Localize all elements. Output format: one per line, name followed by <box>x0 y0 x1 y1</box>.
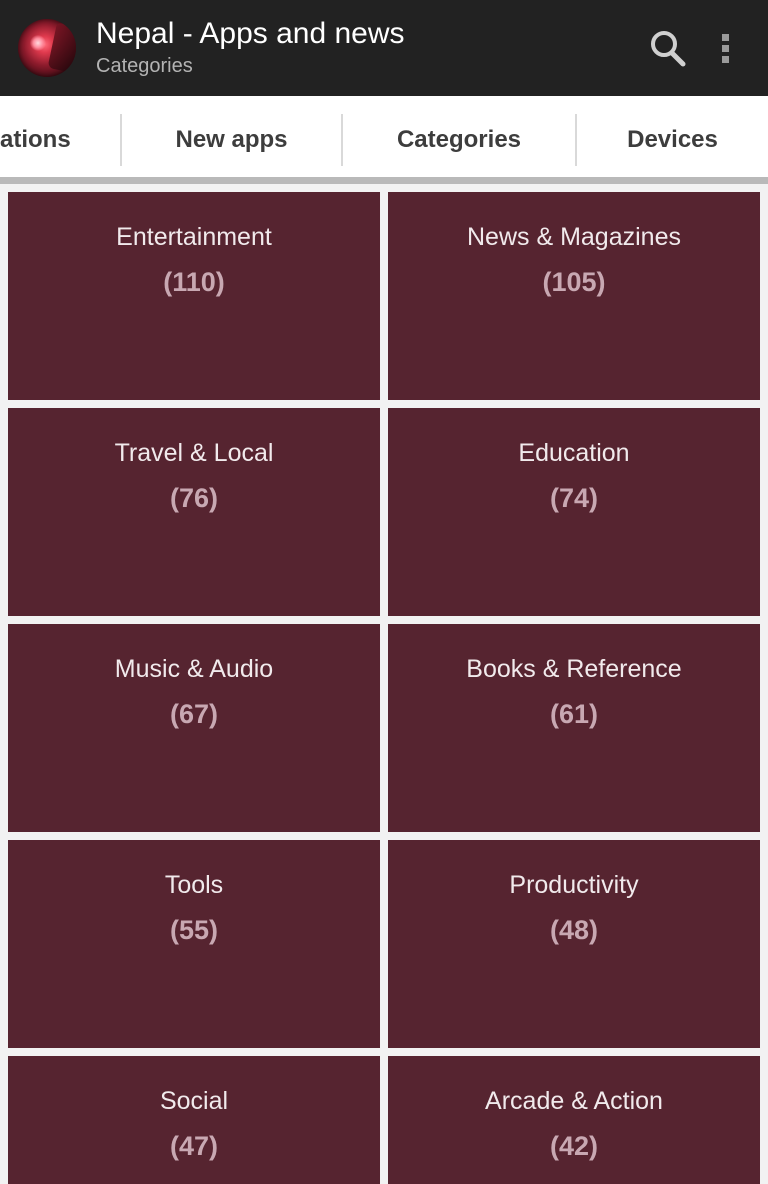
category-tile-books-reference[interactable]: Books & Reference (61) <box>388 624 760 832</box>
tab-new-apps[interactable]: New apps <box>122 96 341 184</box>
category-tile-entertainment[interactable]: Entertainment (110) <box>8 192 380 400</box>
tab-strip: ations New apps Categories Devices <box>0 96 768 184</box>
category-grid: Entertainment (110) News & Magazines (10… <box>4 188 764 1184</box>
category-name: Tools <box>164 871 224 899</box>
category-name: Books & Reference <box>466 655 682 683</box>
tab-applications[interactable]: ations <box>0 96 120 184</box>
category-count: (110) <box>163 267 225 297</box>
search-button[interactable] <box>636 0 698 96</box>
category-name: News & Magazines <box>467 223 681 251</box>
category-count: (48) <box>549 915 598 945</box>
grid-cell: News & Magazines (105) <box>384 188 764 404</box>
tab-label: ations <box>0 126 71 153</box>
tab-label: Categories <box>396 126 522 153</box>
overflow-menu-button[interactable] <box>698 0 752 96</box>
category-grid-scroll[interactable]: Entertainment (110) News & Magazines (10… <box>0 184 768 1184</box>
category-tile-travel-local[interactable]: Travel & Local (76) <box>8 408 380 616</box>
category-tile-music-audio[interactable]: Music & Audio (67) <box>8 624 380 832</box>
category-tile-tools[interactable]: Tools (55) <box>8 840 380 1048</box>
category-count: (74) <box>549 483 598 513</box>
grid-cell: Social (47) <box>4 1052 384 1184</box>
category-count: (67) <box>169 699 218 729</box>
nepal-flag-logo-icon[interactable] <box>18 19 76 77</box>
category-tile-social[interactable]: Social (47) <box>8 1056 380 1184</box>
grid-cell: Productivity (48) <box>384 836 764 1052</box>
category-name: Productivity <box>509 871 639 899</box>
tab-label: New apps <box>175 126 288 153</box>
category-tile-arcade-action[interactable]: Arcade & Action (42) <box>388 1056 760 1184</box>
category-tile-productivity[interactable]: Productivity (48) <box>388 840 760 1048</box>
grid-cell: Books & Reference (61) <box>384 620 764 836</box>
grid-cell: Arcade & Action (42) <box>384 1052 764 1184</box>
category-tile-education[interactable]: Education (74) <box>388 408 760 616</box>
page-title: Nepal - Apps and news <box>96 17 405 50</box>
overflow-menu-icon <box>721 30 729 67</box>
search-icon <box>651 31 686 67</box>
category-count: (47) <box>169 1131 218 1161</box>
grid-cell: Entertainment (110) <box>4 188 384 404</box>
category-name: Entertainment <box>116 223 272 251</box>
category-name: Social <box>159 1087 229 1115</box>
tab-categories[interactable]: Categories <box>343 96 575 184</box>
grid-cell: Travel & Local (76) <box>4 404 384 620</box>
category-name: Arcade & Action <box>485 1087 663 1115</box>
category-count: (42) <box>549 1131 598 1161</box>
tab-indicator <box>0 177 768 184</box>
category-count: (55) <box>169 915 218 945</box>
category-tile-news-magazines[interactable]: News & Magazines (105) <box>388 192 760 400</box>
tab-label: Devices <box>627 126 718 153</box>
category-count: (61) <box>549 699 598 729</box>
grid-cell: Music & Audio (67) <box>4 620 384 836</box>
action-bar: Nepal - Apps and news Categories <box>0 0 768 96</box>
category-count: (105) <box>542 267 606 297</box>
category-name: Travel & Local <box>114 439 274 467</box>
category-name: Music & Audio <box>114 655 274 683</box>
tab-devices[interactable]: Devices <box>577 96 768 184</box>
title-block: Nepal - Apps and news Categories <box>96 17 636 79</box>
page-subtitle: Categories <box>96 55 193 77</box>
grid-cell: Tools (55) <box>4 836 384 1052</box>
category-count: (76) <box>169 483 218 513</box>
grid-cell: Education (74) <box>384 404 764 620</box>
category-name: Education <box>518 439 630 467</box>
